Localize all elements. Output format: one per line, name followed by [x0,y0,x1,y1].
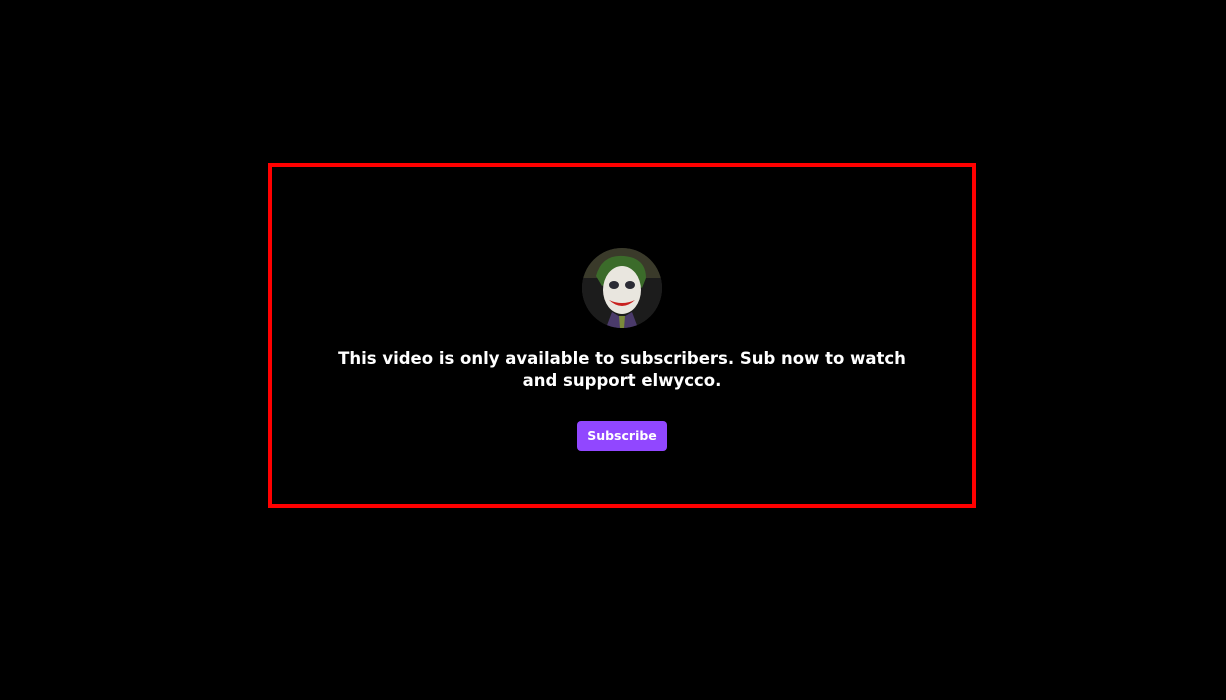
subscriber-only-gate: This video is only available to subscrib… [272,167,972,504]
subscriber-only-message: This video is only available to subscrib… [338,349,906,390]
subscribe-button[interactable]: Subscribe [577,421,667,451]
channel-avatar [582,248,662,328]
avatar-image [582,248,662,328]
video-player: This video is only available to subscrib… [0,0,1226,700]
